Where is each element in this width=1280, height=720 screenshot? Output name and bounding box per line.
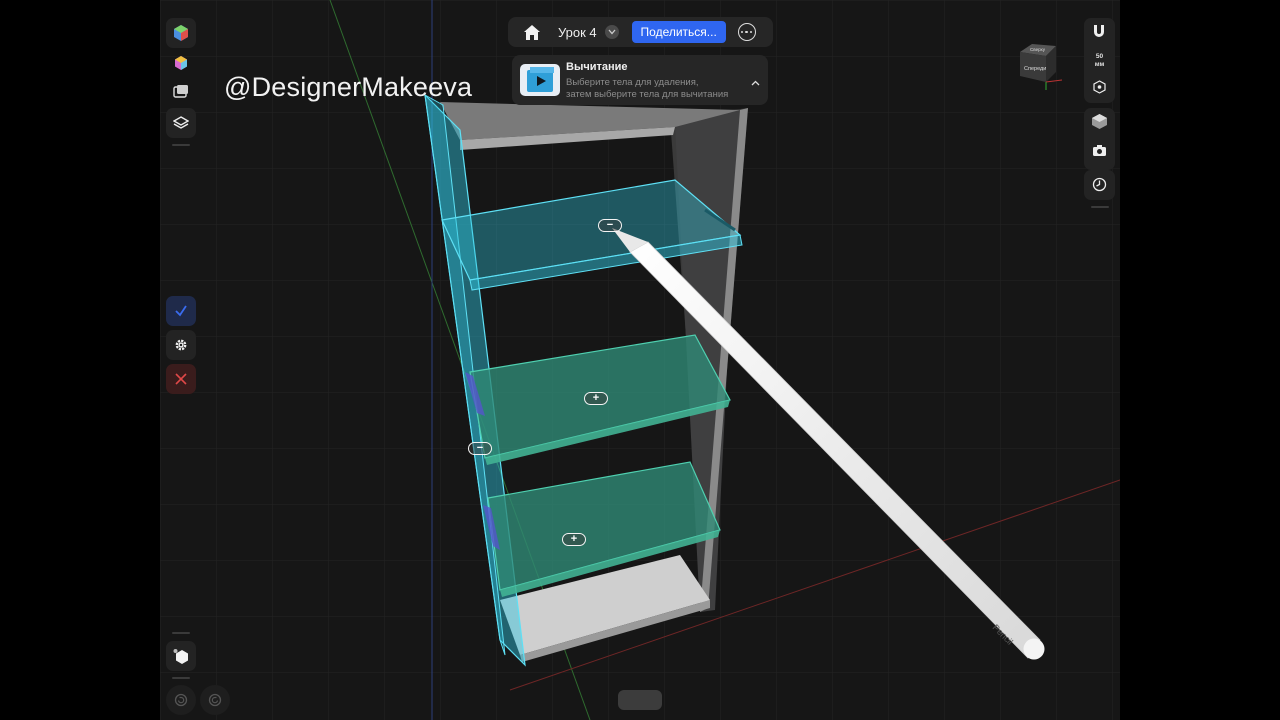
close-icon [175, 373, 187, 385]
3d-viewport[interactable]: Pencil [160, 0, 1120, 720]
magnet-button[interactable] [1091, 23, 1107, 44]
snap-mode-button[interactable] [1093, 80, 1106, 99]
object-mode-button[interactable] [166, 641, 196, 671]
more-options-button[interactable] [737, 23, 756, 41]
image-icon [173, 85, 188, 98]
appearance-icon [175, 56, 187, 70]
home-icon [524, 24, 540, 40]
view-panel [1084, 108, 1115, 170]
history-button[interactable] [1092, 177, 1107, 197]
home-button[interactable] [516, 17, 548, 47]
side-panel-subtract-handle[interactable]: − [468, 442, 492, 455]
layers-icon [173, 116, 189, 129]
shading-icon [1092, 114, 1107, 129]
lower-shelf-add-handle[interactable]: + [562, 533, 586, 546]
gear-icon [175, 339, 187, 351]
document-menu-button[interactable] [604, 25, 619, 39]
top-shelf-subtract-handle[interactable]: − [598, 219, 622, 232]
hint-line-2: затем выберите тела для вычитания [566, 89, 729, 100]
share-button[interactable]: Поделиться... [631, 21, 726, 43]
undo-button[interactable] [166, 685, 196, 715]
camera-icon [1093, 145, 1106, 156]
home-indicator[interactable] [618, 690, 662, 710]
shading-button[interactable] [1091, 113, 1108, 135]
more-icon [740, 30, 744, 34]
confirm-button[interactable] [166, 296, 196, 326]
redo-icon [208, 693, 222, 707]
undo-icon [174, 693, 188, 707]
bottom-separator-1 [172, 632, 190, 634]
view-cube-top-label: Сверху [1030, 47, 1046, 52]
snap-unit: мм [1094, 61, 1105, 68]
magnet-icon [1094, 25, 1104, 37]
settings-button[interactable] [166, 330, 196, 360]
chevron-up-icon [751, 80, 760, 86]
right-toolbar-separator [1091, 206, 1109, 208]
history-panel[interactable] [1084, 170, 1115, 200]
middle-shelf-add-handle[interactable]: + [584, 392, 608, 405]
object-mode-icon [173, 649, 188, 664]
document-title[interactable]: Урок 4 [558, 25, 597, 40]
materials-button[interactable] [166, 18, 196, 48]
document-top-bar: Урок 4 Поделиться... [508, 17, 773, 47]
snap-value[interactable]: 50 [1084, 53, 1115, 60]
checkmark-icon [175, 305, 187, 317]
appearance-button[interactable] [166, 48, 196, 78]
watermark-text: @DesignerMakeeva [224, 72, 473, 102]
image-button[interactable] [166, 76, 196, 106]
camera-button[interactable] [1092, 144, 1107, 162]
snap-panel: 50 мм [1084, 18, 1115, 103]
chevron-down-icon [608, 29, 616, 35]
hint-line-1: Выберите тела для удаления, [566, 77, 699, 88]
hint-title: Вычитание [566, 61, 628, 73]
snap-cube-icon [1093, 80, 1106, 94]
layers-button[interactable] [166, 108, 196, 138]
collapse-hint-button[interactable] [751, 73, 760, 91]
scene-canvas[interactable]: Pencil [160, 0, 1120, 720]
subtract-tool-icon [520, 64, 560, 96]
pencil-end-cap [1023, 638, 1045, 660]
subtract-hint-card: Вычитание Выберите тела для удаления, за… [512, 55, 768, 105]
materials-icon [174, 25, 188, 41]
bottom-separator-2 [172, 677, 190, 679]
left-toolbar-separator [172, 144, 190, 146]
history-icon [1092, 177, 1107, 192]
view-cube[interactable]: Спереди Сверху [1012, 40, 1066, 92]
view-cube-front-label: Спереди [1024, 66, 1047, 72]
cancel-button[interactable] [166, 364, 196, 394]
redo-button[interactable] [200, 685, 230, 715]
